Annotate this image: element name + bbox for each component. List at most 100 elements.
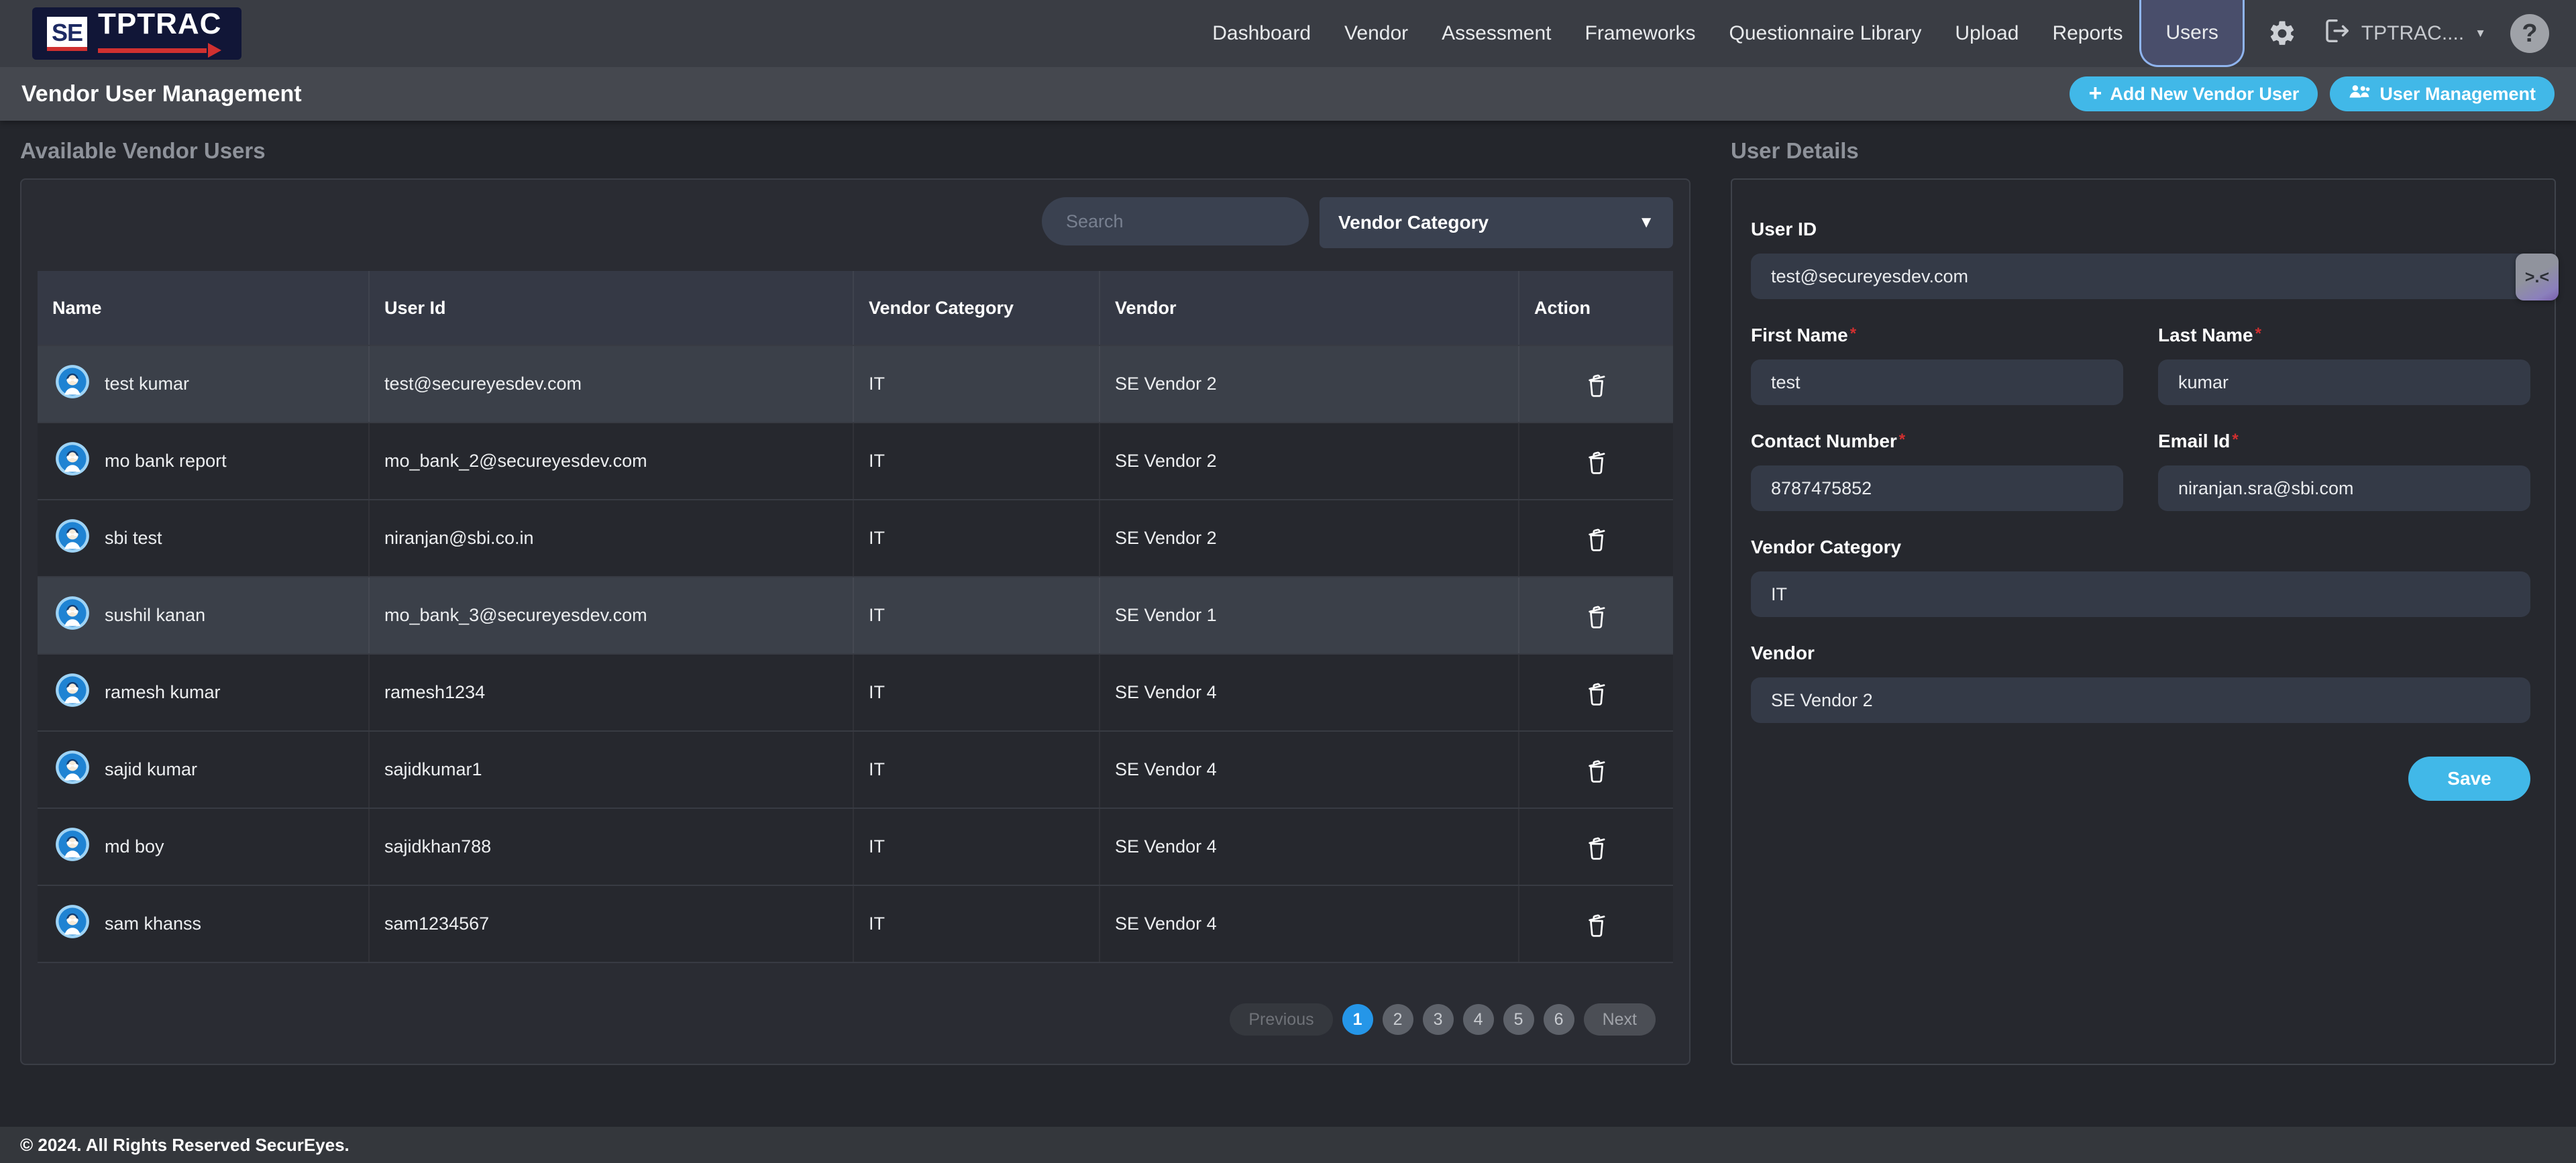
nav-item-vendor[interactable]: Vendor bbox=[1328, 0, 1425, 67]
add-new-vendor-user-button[interactable]: + Add New Vendor User bbox=[2070, 76, 2318, 111]
brand-logo[interactable]: SE TPTRAC bbox=[32, 7, 241, 60]
row-vendor: SE Vendor 1 bbox=[1099, 577, 1518, 653]
pagination-page-1[interactable]: 1 bbox=[1342, 1004, 1373, 1035]
row-vendor-category: IT bbox=[853, 346, 1099, 422]
user-details-heading: User Details bbox=[1731, 138, 2556, 164]
row-user-id: test@secureyesdev.com bbox=[368, 346, 853, 422]
row-vendor-category: IT bbox=[853, 886, 1099, 962]
row-vendor: SE Vendor 2 bbox=[1099, 346, 1518, 422]
available-vendor-users-heading: Available Vendor Users bbox=[20, 138, 1690, 164]
settings-gear-icon[interactable] bbox=[2267, 19, 2297, 48]
delete-trash-icon[interactable] bbox=[1584, 909, 1609, 940]
pagination-page-2[interactable]: 2 bbox=[1383, 1004, 1413, 1035]
row-user-name: md boy bbox=[105, 836, 164, 857]
delete-trash-icon[interactable] bbox=[1584, 755, 1609, 785]
row-user-name: sam khanss bbox=[105, 913, 201, 934]
nav-item-assessment[interactable]: Assessment bbox=[1425, 0, 1568, 67]
row-user-id: niranjan@sbi.co.in bbox=[368, 500, 853, 576]
table-header-row: Name User Id Vendor Category Vendor Acti… bbox=[38, 271, 1673, 345]
table-row[interactable]: md boy sajidkhan788 IT SE Vendor 4 bbox=[38, 808, 1673, 885]
pagination-page-4[interactable]: 4 bbox=[1463, 1004, 1494, 1035]
pagination-page-5[interactable]: 5 bbox=[1503, 1004, 1534, 1035]
nav-tools: TPTRAC.... ▼ ? bbox=[2267, 0, 2549, 67]
table-row[interactable]: sushil kanan mo_bank_3@secureyesdev.com … bbox=[38, 576, 1673, 653]
table-body: test kumar test@secureyesdev.com IT SE V… bbox=[38, 345, 1673, 962]
column-header-vendor-category[interactable]: Vendor Category bbox=[853, 271, 1099, 345]
table-row[interactable]: ramesh kumar ramesh1234 IT SE Vendor 4 bbox=[38, 653, 1673, 730]
row-user-name: sushil kanan bbox=[105, 605, 205, 626]
last-name-input[interactable] bbox=[2158, 359, 2530, 405]
user-id-field: User ID >.< bbox=[1751, 219, 2530, 299]
delete-trash-icon[interactable] bbox=[1584, 446, 1609, 477]
contact-number-input[interactable] bbox=[1751, 465, 2123, 511]
pagination-page-3[interactable]: 3 bbox=[1423, 1004, 1454, 1035]
email-id-input[interactable] bbox=[2158, 465, 2530, 511]
nav-item-questionnaire-library[interactable]: Questionnaire Library bbox=[1713, 0, 1939, 67]
vendor-category-input[interactable] bbox=[1751, 571, 2530, 617]
row-vendor: SE Vendor 4 bbox=[1099, 732, 1518, 808]
nav-item-frameworks[interactable]: Frameworks bbox=[1568, 0, 1713, 67]
column-header-vendor[interactable]: Vendor bbox=[1099, 271, 1518, 345]
user-avatar-icon bbox=[55, 673, 90, 712]
row-user-id: mo_bank_3@secureyesdev.com bbox=[368, 577, 853, 653]
pagination-previous-button[interactable]: Previous bbox=[1230, 1003, 1332, 1036]
row-user-id: mo_bank_2@secureyesdev.com bbox=[368, 423, 853, 499]
required-asterisk: * bbox=[2255, 325, 2261, 343]
logo-brand-text: TPTRAC bbox=[98, 9, 221, 39]
user-avatar-icon bbox=[55, 827, 90, 867]
row-user-id: sajidkumar1 bbox=[368, 732, 853, 808]
nav-item-dashboard[interactable]: Dashboard bbox=[1195, 0, 1328, 67]
table-row[interactable]: sam khanss sam1234567 IT SE Vendor 4 bbox=[38, 885, 1673, 962]
chevron-down-icon: ▼ bbox=[1638, 213, 1654, 232]
app-root: SE TPTRAC Dashboard Vendor Assessment Fr… bbox=[0, 0, 2576, 1163]
table-row[interactable]: mo bank report mo_bank_2@secureyesdev.co… bbox=[38, 422, 1673, 499]
delete-trash-icon[interactable] bbox=[1584, 677, 1609, 708]
user-management-button[interactable]: User Management bbox=[2330, 76, 2555, 111]
help-icon[interactable]: ? bbox=[2510, 14, 2549, 53]
table-toolbar: Vendor Category ▼ bbox=[38, 197, 1673, 248]
vendor-input[interactable] bbox=[1751, 677, 2530, 723]
nav-item-users[interactable]: Users bbox=[2139, 0, 2244, 67]
top-nav: SE TPTRAC Dashboard Vendor Assessment Fr… bbox=[0, 0, 2576, 67]
row-vendor-category: IT bbox=[853, 577, 1099, 653]
plus-icon: + bbox=[2088, 82, 2102, 105]
row-user-name: mo bank report bbox=[105, 451, 227, 472]
row-user-id: sam1234567 bbox=[368, 886, 853, 962]
table-row[interactable]: sajid kumar sajidkumar1 IT SE Vendor 4 bbox=[38, 730, 1673, 808]
main-nav: Dashboard Vendor Assessment Frameworks Q… bbox=[1195, 0, 2245, 67]
vendor-users-section: Available Vendor Users Vendor Category ▼… bbox=[20, 121, 1690, 1065]
row-user-name: sajid kumar bbox=[105, 759, 197, 780]
user-details-section: User Details User ID >.< First Name* bbox=[1731, 121, 2556, 1065]
column-header-name[interactable]: Name bbox=[38, 271, 368, 345]
delete-trash-icon[interactable] bbox=[1584, 369, 1609, 400]
column-header-user-id[interactable]: User Id bbox=[368, 271, 853, 345]
page-title: Vendor User Management bbox=[21, 81, 302, 107]
table-row[interactable]: test kumar test@secureyesdev.com IT SE V… bbox=[38, 345, 1673, 422]
contact-number-field: Contact Number* bbox=[1751, 431, 2123, 511]
logo-se-mark: SE bbox=[47, 17, 87, 51]
main-content: Available Vendor Users Vendor Category ▼… bbox=[0, 121, 2576, 1127]
row-user-id: sajidkhan788 bbox=[368, 809, 853, 885]
vendor-field: Vendor bbox=[1751, 643, 2530, 723]
pagination-next-button[interactable]: Next bbox=[1584, 1003, 1656, 1036]
delete-trash-icon[interactable] bbox=[1584, 600, 1609, 631]
search-input[interactable] bbox=[1042, 197, 1309, 245]
pagination-page-6[interactable]: 6 bbox=[1544, 1004, 1574, 1035]
table-row[interactable]: sbi test niranjan@sbi.co.in IT SE Vendor… bbox=[38, 499, 1673, 576]
nav-item-upload[interactable]: Upload bbox=[1938, 0, 2035, 67]
vendor-category-filter[interactable]: Vendor Category ▼ bbox=[1320, 197, 1673, 248]
required-asterisk: * bbox=[2232, 431, 2238, 449]
extension-overlay-badge[interactable]: >.< bbox=[2516, 254, 2559, 300]
account-menu[interactable]: TPTRAC.... ▼ bbox=[2321, 15, 2486, 52]
user-id-input[interactable] bbox=[1751, 254, 2530, 299]
row-vendor-category: IT bbox=[853, 655, 1099, 730]
save-button[interactable]: Save bbox=[2408, 757, 2530, 801]
email-id-field: Email Id* bbox=[2158, 431, 2530, 511]
first-name-field: First Name* bbox=[1751, 325, 2123, 405]
row-vendor: SE Vendor 4 bbox=[1099, 655, 1518, 730]
first-name-input[interactable] bbox=[1751, 359, 2123, 405]
row-vendor: SE Vendor 2 bbox=[1099, 500, 1518, 576]
delete-trash-icon[interactable] bbox=[1584, 832, 1609, 863]
delete-trash-icon[interactable] bbox=[1584, 523, 1609, 554]
nav-item-reports[interactable]: Reports bbox=[2035, 0, 2139, 67]
